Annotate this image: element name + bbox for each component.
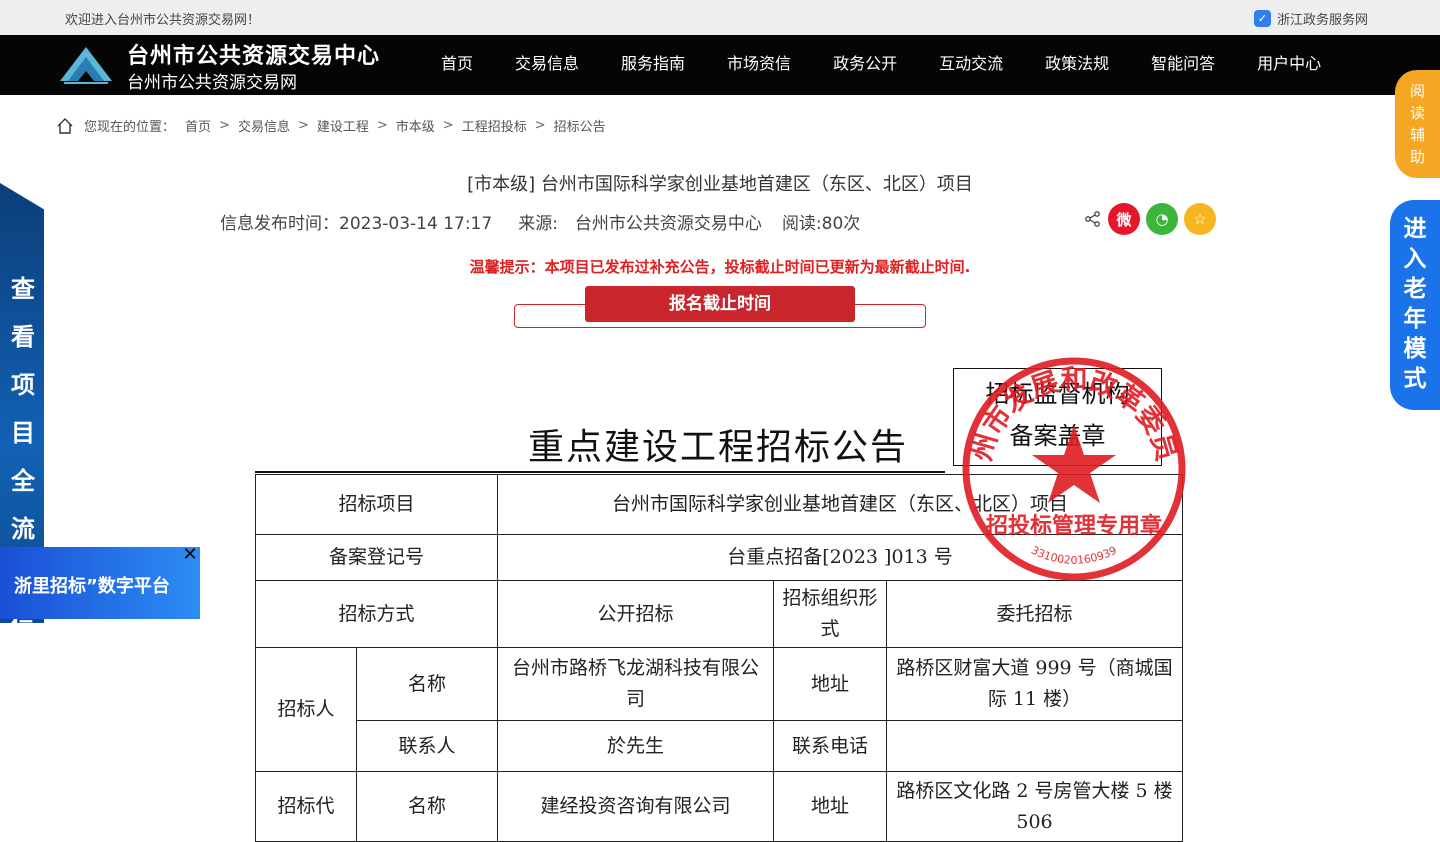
name-label: 名称	[356, 647, 498, 721]
nav-user-center[interactable]: 用户中心	[1236, 35, 1342, 95]
tenderer-label: 招标人	[255, 647, 357, 772]
site-subtitle: 台州市公共资源交易网	[127, 73, 297, 93]
nav-smart-qa[interactable]: 智能问答	[1130, 35, 1236, 95]
breadcrumb-home[interactable]: 首页	[185, 116, 211, 135]
site-logo-icon[interactable]	[58, 45, 114, 85]
welcome-text: 欢迎进入台州市公共资源交易网！	[65, 13, 261, 28]
article-meta: 信息发布时间：2023-03-14 17:17 来源: 台州市公共资源交易中心 …	[220, 209, 860, 234]
phone-label: 联系电话	[773, 720, 887, 772]
breadcrumb-separator: >	[534, 118, 546, 133]
site-header: 台州市公共资源交易中心 台州市公共资源交易网 首页 交易信息 服务指南 市场资信…	[0, 35, 1440, 95]
tenderer-address: 路桥区财富大道 999 号（商城国际 11 楼）	[886, 647, 1183, 721]
breadcrumb-separator: >	[442, 118, 454, 133]
method-value: 公开招标	[497, 580, 774, 648]
breadcrumb-announcement[interactable]: 招标公告	[554, 116, 606, 135]
publish-time: 信息发布时间：2023-03-14 17:17	[220, 214, 493, 234]
nav-policy[interactable]: 政策法规	[1024, 35, 1130, 95]
article-source: 来源: 台州市公共资源交易中心	[518, 214, 762, 234]
site-title: 台州市公共资源交易中心	[127, 44, 381, 69]
breadcrumb-city-level[interactable]: 市本级	[396, 116, 435, 135]
breadcrumb-label: 您现在的位置：	[84, 120, 176, 135]
heading-rule	[255, 471, 945, 473]
breadcrumb-separator: >	[297, 118, 309, 133]
reading-assist-label: 阅读辅助	[1409, 82, 1425, 166]
gov-service-icon: ✓	[1254, 10, 1271, 27]
seal-number: 3310020160939	[1029, 544, 1119, 567]
contact-value: 於先生	[497, 720, 774, 772]
reading-assist-button[interactable]: 阅读辅助	[1395, 70, 1440, 178]
breadcrumb-separator: >	[376, 118, 388, 133]
nav-interaction[interactable]: 互动交流	[918, 35, 1024, 95]
name-label: 名称	[356, 771, 498, 842]
nav-trade-info[interactable]: 交易信息	[494, 35, 600, 95]
nav-home[interactable]: 首页	[420, 35, 494, 95]
read-count: 阅读:80次	[781, 214, 861, 234]
share-bar: 微 ◔ ☆	[1084, 203, 1216, 235]
seal-bottom-text: 招投标管理专用章	[986, 513, 1162, 539]
warning-tip: 温馨提示：本项目已发布过补充公告，投标截止时间已更新为最新截止时间.	[469, 258, 971, 276]
nav-market-credit[interactable]: 市场资信	[706, 35, 812, 95]
breadcrumb-construction[interactable]: 建设工程	[317, 116, 369, 135]
breadcrumb: 您现在的位置： 首页 > 交易信息 > 建设工程 > 市本级 > 工程招投标 >…	[56, 116, 606, 135]
main-nav: 首页 交易信息 服务指南 市场资信 政务公开 互动交流 政策法规 智能问答 用户…	[420, 35, 1342, 95]
weibo-icon[interactable]: 微	[1108, 203, 1140, 235]
phone-value	[886, 720, 1183, 772]
nav-gov-affairs[interactable]: 政务公开	[812, 35, 918, 95]
gov-service-link[interactable]: ✓ 浙江政务服务网	[1254, 9, 1368, 28]
org-form-value: 委托招标	[886, 580, 1183, 648]
document-heading: 重点建设工程招标公告	[528, 427, 909, 468]
org-form-label: 招标组织形式	[773, 580, 887, 648]
elder-mode-button[interactable]: 进入老年模式	[1390, 200, 1440, 410]
ad-text: 浙里招标”数字平台	[14, 576, 170, 597]
wechat-icon[interactable]: ◔	[1146, 203, 1178, 235]
breadcrumb-separator: >	[219, 118, 230, 133]
nav-service-guide[interactable]: 服务指南	[600, 35, 706, 95]
top-bar: 欢迎进入台州市公共资源交易网！ ✓ 浙江政务服务网	[0, 0, 1440, 35]
address-label: 地址	[773, 771, 887, 842]
share-icon[interactable]	[1084, 210, 1102, 228]
project-label: 招标项目	[255, 474, 498, 535]
agent-address: 路桥区文化路 2 号房管大楼 5 楼 506	[886, 771, 1183, 842]
elder-mode-label: 进入老年模式	[1403, 216, 1427, 392]
close-icon[interactable]: ✕	[182, 547, 198, 564]
address-label: 地址	[773, 647, 887, 721]
record-label: 备案登记号	[255, 534, 498, 581]
tenderer-name: 台州市路桥飞龙湖科技有限公司	[497, 647, 774, 721]
svg-text:3310020160939: 3310020160939	[1029, 544, 1119, 567]
breadcrumb-bidding[interactable]: 工程招投标	[462, 116, 527, 135]
contact-label: 联系人	[356, 720, 498, 772]
official-seal-image: 台州市发展和改革委员会 招投标管理专用章 3310020160939	[960, 355, 1186, 581]
favorite-icon[interactable]: ☆	[1184, 203, 1216, 235]
floating-ad[interactable]: 浙里招标”数字平台 ✕	[0, 547, 200, 619]
method-label: 招标方式	[255, 580, 498, 648]
home-icon[interactable]	[56, 117, 74, 135]
agent-name: 建经投资咨询有限公司	[497, 771, 774, 842]
breadcrumb-trade-info[interactable]: 交易信息	[238, 116, 290, 135]
article-title: [市本级] 台州市国际科学家创业基地首建区（东区、北区）项目	[467, 174, 973, 195]
agent-label: 招标代	[255, 771, 357, 842]
gov-service-label: 浙江政务服务网	[1277, 13, 1369, 28]
deadline-button[interactable]: 报名截止时间	[585, 286, 855, 322]
